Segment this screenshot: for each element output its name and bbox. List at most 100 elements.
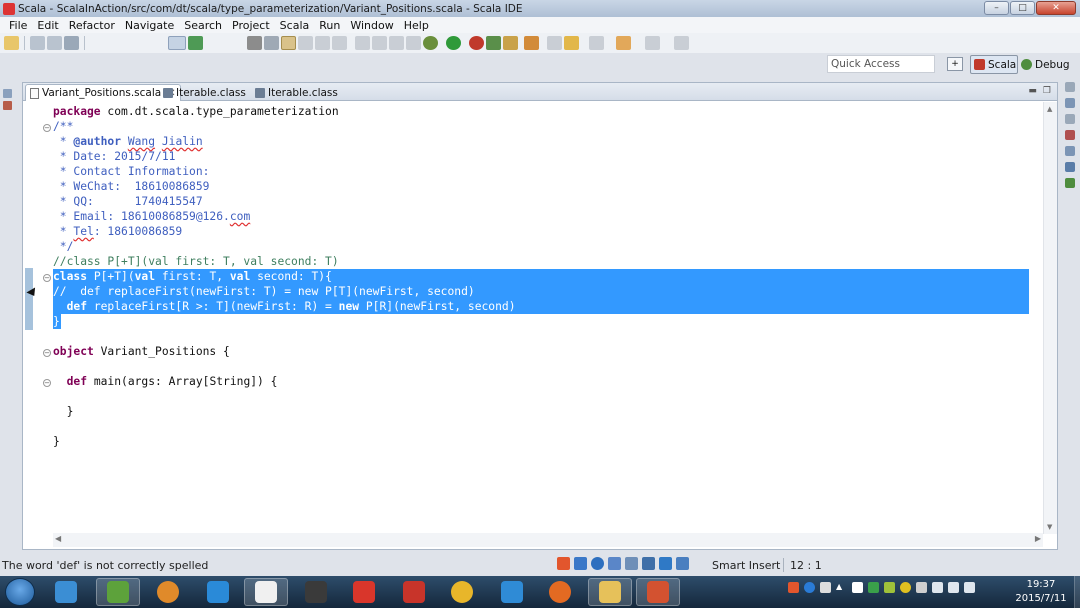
print-icon[interactable] — [64, 36, 79, 50]
tab-variant-positions[interactable]: Variant_Positions.scala ✕ — [25, 84, 181, 101]
sogou-input-icon[interactable] — [557, 557, 570, 570]
code-area[interactable]: package com.dt.scala.type_parameterizati… — [53, 102, 1029, 534]
menu-run[interactable]: Run — [314, 19, 345, 32]
menu-refactor[interactable]: Refactor — [64, 19, 120, 32]
taskbar-folder[interactable] — [588, 578, 632, 606]
debug-icon[interactable] — [423, 36, 438, 50]
tab-iterable-class-1[interactable]: Iterable.class — [159, 84, 250, 101]
taskbar-firefox[interactable] — [538, 578, 582, 606]
taskbar-app-8[interactable] — [392, 578, 436, 606]
pin-icon[interactable] — [589, 36, 604, 50]
save-all-icon[interactable] — [47, 36, 62, 50]
tools-icon[interactable] — [676, 557, 689, 570]
vertical-scrollbar[interactable]: ▲ ▼ — [1043, 102, 1057, 534]
menu-search[interactable]: Search — [179, 19, 227, 32]
moon-icon[interactable] — [591, 557, 604, 570]
punctuation-icon[interactable] — [608, 557, 621, 570]
new-class-icon[interactable] — [524, 36, 539, 50]
taskbar-app-7[interactable] — [342, 578, 386, 606]
horizontal-scrollbar[interactable]: ◀ ▶ — [53, 533, 1043, 547]
taskbar-qq[interactable] — [196, 578, 240, 606]
console-view-icon[interactable] — [1065, 162, 1075, 172]
resume-icon[interactable] — [355, 36, 370, 50]
sogou-tray-icon[interactable] — [788, 582, 799, 593]
new-package-icon[interactable] — [503, 36, 518, 50]
volume-icon[interactable] — [948, 582, 959, 593]
debug-view-icon[interactable] — [1065, 178, 1075, 188]
console-icon[interactable] — [168, 36, 186, 50]
shirt-icon[interactable] — [659, 557, 672, 570]
external-tools-icon[interactable] — [469, 36, 484, 50]
new-scala-project-icon[interactable] — [486, 36, 501, 50]
perspective-scala[interactable]: Scala — [970, 55, 1018, 74]
scroll-right-icon[interactable]: ▶ — [1035, 534, 1041, 543]
open-type-icon[interactable] — [547, 36, 562, 50]
save-icon[interactable] — [30, 36, 45, 50]
restore-icon[interactable] — [1065, 82, 1075, 92]
taskbar-explorer[interactable] — [44, 578, 88, 606]
package-explorer-icon[interactable] — [3, 101, 12, 110]
minimize-panel-icon[interactable]: ▬ — [1028, 86, 1037, 96]
show-desktop-button[interactable] — [1074, 576, 1080, 608]
flag-tray-icon[interactable] — [916, 582, 927, 593]
maximize-panel-icon[interactable]: ❐ — [1043, 86, 1051, 96]
network-tray-icon[interactable] — [884, 582, 895, 593]
signal-icon[interactable] — [932, 582, 943, 593]
taskbar-app-3[interactable] — [146, 578, 190, 606]
taskbar-chrome[interactable] — [440, 578, 484, 606]
menu-window[interactable]: Window — [345, 19, 398, 32]
menu-project[interactable]: Project — [227, 19, 275, 32]
run-icon[interactable] — [446, 36, 461, 50]
battery-icon[interactable] — [964, 582, 975, 593]
menu-navigate[interactable]: Navigate — [120, 19, 179, 32]
windows-flag-icon[interactable] — [852, 582, 863, 593]
maximize-button[interactable]: □ — [1010, 1, 1035, 15]
open-perspective-icon[interactable]: + — [947, 57, 963, 71]
perspective-debug[interactable]: Debug — [1021, 56, 1070, 73]
menu-help[interactable]: Help — [399, 19, 434, 32]
suspend-icon[interactable] — [372, 36, 387, 50]
search-icon[interactable] — [564, 36, 579, 50]
next-annotation-icon[interactable] — [298, 36, 313, 50]
quick-access-field[interactable]: Quick Access — [827, 55, 935, 73]
scroll-left-icon[interactable]: ◀ — [55, 534, 61, 543]
tab-iterable-class-2[interactable]: Iterable.class — [251, 84, 342, 101]
show-hidden-icon[interactable]: ▲ — [836, 582, 847, 593]
start-button[interactable] — [5, 578, 35, 606]
tasks-icon[interactable] — [1065, 146, 1075, 156]
taskbar-cloud[interactable] — [490, 578, 534, 606]
taskbar-app-2[interactable] — [96, 578, 140, 606]
fold-toggle-icon[interactable]: − — [43, 124, 51, 132]
plus-tray-icon[interactable] — [900, 582, 911, 593]
taskbar-powerpoint[interactable] — [636, 578, 680, 606]
ime-mode-icon[interactable] — [574, 557, 587, 570]
shield-icon[interactable] — [868, 582, 879, 593]
scroll-up-icon[interactable]: ▲ — [1047, 105, 1052, 113]
keyboard-icon[interactable] — [625, 557, 638, 570]
link-icon[interactable] — [332, 36, 347, 50]
toggle-mark-icon[interactable] — [281, 36, 296, 50]
table-icon[interactable] — [188, 36, 203, 50]
terminate-icon[interactable] — [389, 36, 404, 50]
fold-toggle-icon[interactable]: − — [43, 349, 51, 357]
forward-icon[interactable] — [645, 36, 660, 50]
restore-icon[interactable] — [1065, 114, 1075, 124]
minimize-button[interactable]: – — [984, 1, 1009, 15]
menu-scala[interactable]: Scala — [275, 19, 315, 32]
new-icon[interactable] — [4, 36, 19, 50]
fold-toggle-icon[interactable]: − — [43, 274, 51, 282]
fold-toggle-icon[interactable]: − — [43, 379, 51, 387]
help-tray-icon[interactable] — [804, 582, 815, 593]
ime-tray-icon[interactable] — [820, 582, 831, 593]
pin-editor-icon[interactable] — [674, 36, 689, 50]
menu-edit[interactable]: Edit — [32, 19, 63, 32]
back-icon[interactable] — [616, 36, 631, 50]
outline-icon[interactable] — [1065, 98, 1075, 108]
user-icon[interactable] — [642, 557, 655, 570]
prev-annotation-icon[interactable] — [315, 36, 330, 50]
close-button[interactable]: ✕ — [1036, 1, 1076, 15]
system-clock[interactable]: 19:37 2015/7/11 — [1010, 578, 1072, 606]
menu-file[interactable]: File — [4, 19, 32, 32]
taskbar-intellij[interactable] — [294, 578, 338, 606]
wand-icon[interactable] — [247, 36, 262, 50]
